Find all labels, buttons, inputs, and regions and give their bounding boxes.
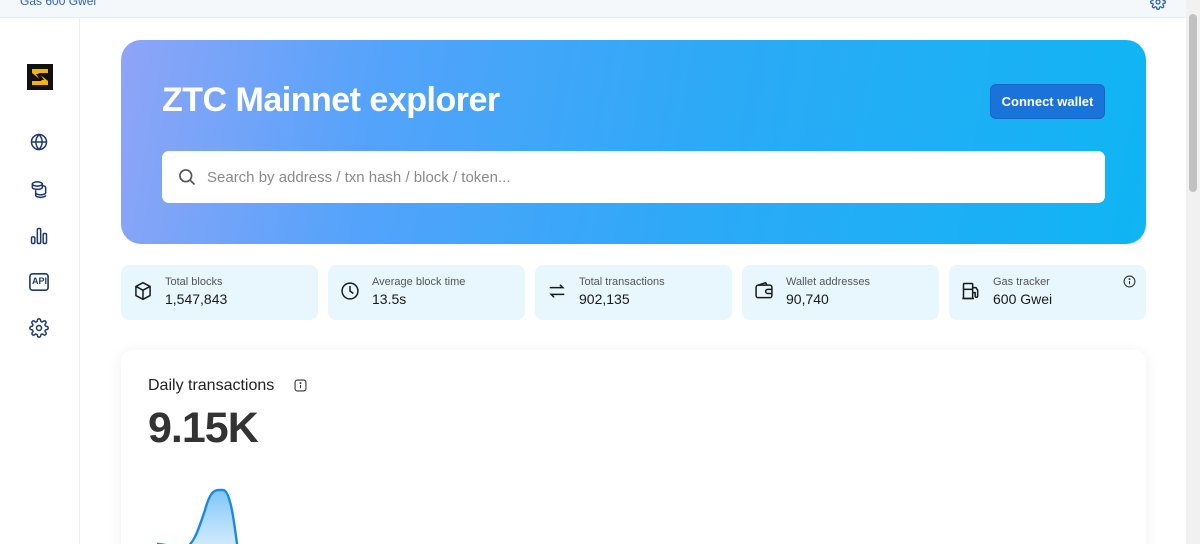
bar-chart-icon[interactable]	[28, 225, 50, 247]
stat-value: 1,547,843	[165, 291, 228, 307]
stat-average-block-time: Average block time 13.5s	[328, 265, 525, 320]
stats-row: Total blocks 1,547,843 Average block tim…	[121, 265, 1146, 320]
daily-transactions-card: Daily transactions 9.15K	[121, 350, 1146, 544]
clock-icon	[340, 281, 362, 303]
info-icon[interactable]	[1123, 275, 1136, 288]
stat-value: 600 Gwei	[993, 291, 1053, 307]
stat-gas-tracker: Gas tracker 600 Gwei	[949, 265, 1146, 320]
connect-wallet-button[interactable]: Connect wallet	[990, 84, 1105, 119]
search-icon	[177, 167, 197, 187]
chart-area	[157, 489, 238, 544]
scrollbar[interactable]	[1186, 0, 1200, 544]
search-bar[interactable]	[162, 151, 1105, 203]
stat-label: Total blocks	[165, 276, 223, 288]
stat-value: 13.5s	[372, 291, 407, 307]
gas-price-label: Gas 600 Gwei	[20, 0, 97, 8]
scrollbar-thumb[interactable]	[1189, 14, 1197, 192]
zigzag-logo[interactable]	[27, 64, 53, 90]
api-icon-label: API	[32, 276, 48, 286]
stat-wallet-addresses: Wallet addresses 90,740	[742, 265, 939, 320]
cube-icon	[133, 281, 155, 303]
stat-label: Average block time	[372, 276, 466, 288]
stat-label: Wallet addresses	[786, 276, 870, 288]
top-bar: Gas 600 Gwei	[0, 0, 1186, 18]
search-input[interactable]	[207, 168, 1087, 186]
stat-value: 902,135	[579, 291, 630, 307]
wallet-icon	[754, 281, 776, 303]
globe-icon[interactable]	[28, 131, 50, 153]
sidebar: API	[0, 18, 80, 544]
stat-total-blocks: Total blocks 1,547,843	[121, 265, 318, 320]
hero-banner: ZTC Mainnet explorer Connect wallet	[121, 40, 1146, 244]
coins-icon[interactable]	[28, 178, 50, 200]
stat-label: Total transactions	[579, 276, 665, 288]
stat-total-transactions: Total transactions 902,135	[535, 265, 732, 320]
gear-icon[interactable]	[28, 317, 50, 339]
stat-label: Gas tracker	[993, 276, 1050, 288]
daily-transactions-chart	[157, 488, 239, 544]
stat-value: 90,740	[786, 291, 829, 307]
page-title: ZTC Mainnet explorer	[162, 81, 500, 119]
api-icon[interactable]: API	[28, 271, 50, 293]
gas-pump-icon	[961, 281, 983, 303]
gear-icon[interactable]	[1150, 0, 1166, 10]
transfer-arrows-icon	[547, 281, 569, 303]
